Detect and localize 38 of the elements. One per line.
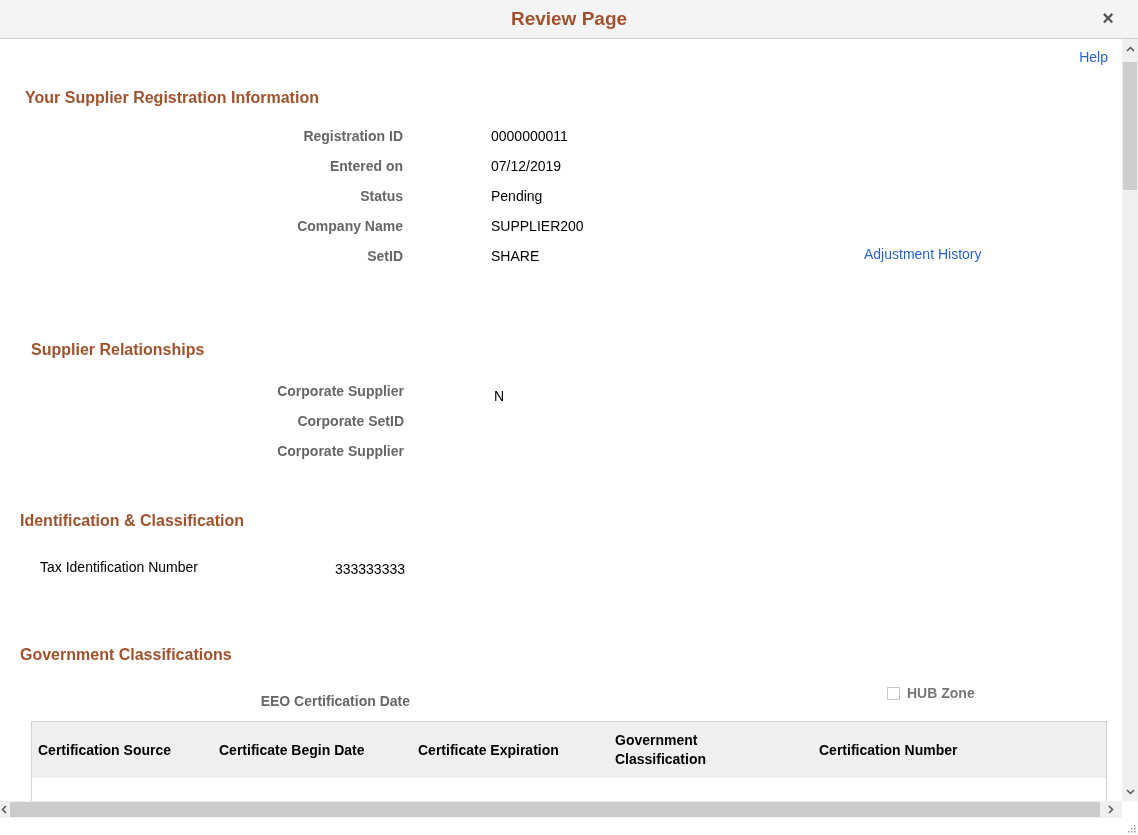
scroll-up-icon[interactable]: [1125, 46, 1135, 52]
column-header: Government Classification: [615, 731, 708, 769]
section-heading: Government Classifications: [20, 645, 232, 663]
section-heading: Supplier Relationships: [31, 340, 205, 358]
field-label: Company Name: [296, 217, 403, 237]
field-label: Entered on: [328, 157, 403, 177]
field-label: Corporate Supplier: [276, 441, 404, 461]
window-title: Review Page: [510, 6, 628, 31]
resize-grip-icon[interactable]: [1126, 823, 1136, 833]
scrollbar-thumb[interactable]: [1123, 62, 1137, 190]
column-header: Certification Number: [819, 740, 959, 760]
checkbox-label: HUB Zone: [907, 683, 975, 703]
field-value: 07/12/2019: [491, 157, 563, 177]
column-header: Certificate Begin Date: [219, 740, 366, 760]
scroll-down-icon[interactable]: [1125, 789, 1135, 795]
help-link[interactable]: Help: [1079, 47, 1108, 69]
field-label: Corporate Supplier: [276, 381, 404, 401]
column-header: Certificate Expiration: [418, 740, 560, 760]
field-value: SHARE: [491, 247, 541, 267]
column-header: Certification Source: [37, 740, 173, 760]
section-heading: Your Supplier Registration Information: [25, 88, 319, 106]
field-label: SetID: [366, 247, 403, 267]
scroll-left-icon[interactable]: [1, 805, 7, 814]
section-heading: Identification & Classification: [20, 511, 245, 529]
field-label: Registration ID: [302, 127, 403, 147]
adjustment-history-link[interactable]: Adjustment History: [864, 243, 982, 265]
field-label: Tax Identification Number: [40, 558, 199, 578]
vertical-scrollbar[interactable]: [1122, 39, 1138, 801]
field-label: Corporate SetID: [296, 411, 404, 431]
field-value: 0000000011: [491, 127, 569, 147]
field-value: 333333333: [333, 559, 405, 579]
scroll-right-icon[interactable]: [1108, 805, 1114, 814]
field-label: Status: [359, 187, 403, 207]
field-label: EEO Certification Date: [259, 691, 410, 711]
field-value: Pending: [491, 187, 544, 207]
field-value: SUPPLIER200: [491, 217, 585, 237]
field-value: N: [494, 386, 505, 406]
close-button[interactable]: ×: [1102, 6, 1114, 30]
